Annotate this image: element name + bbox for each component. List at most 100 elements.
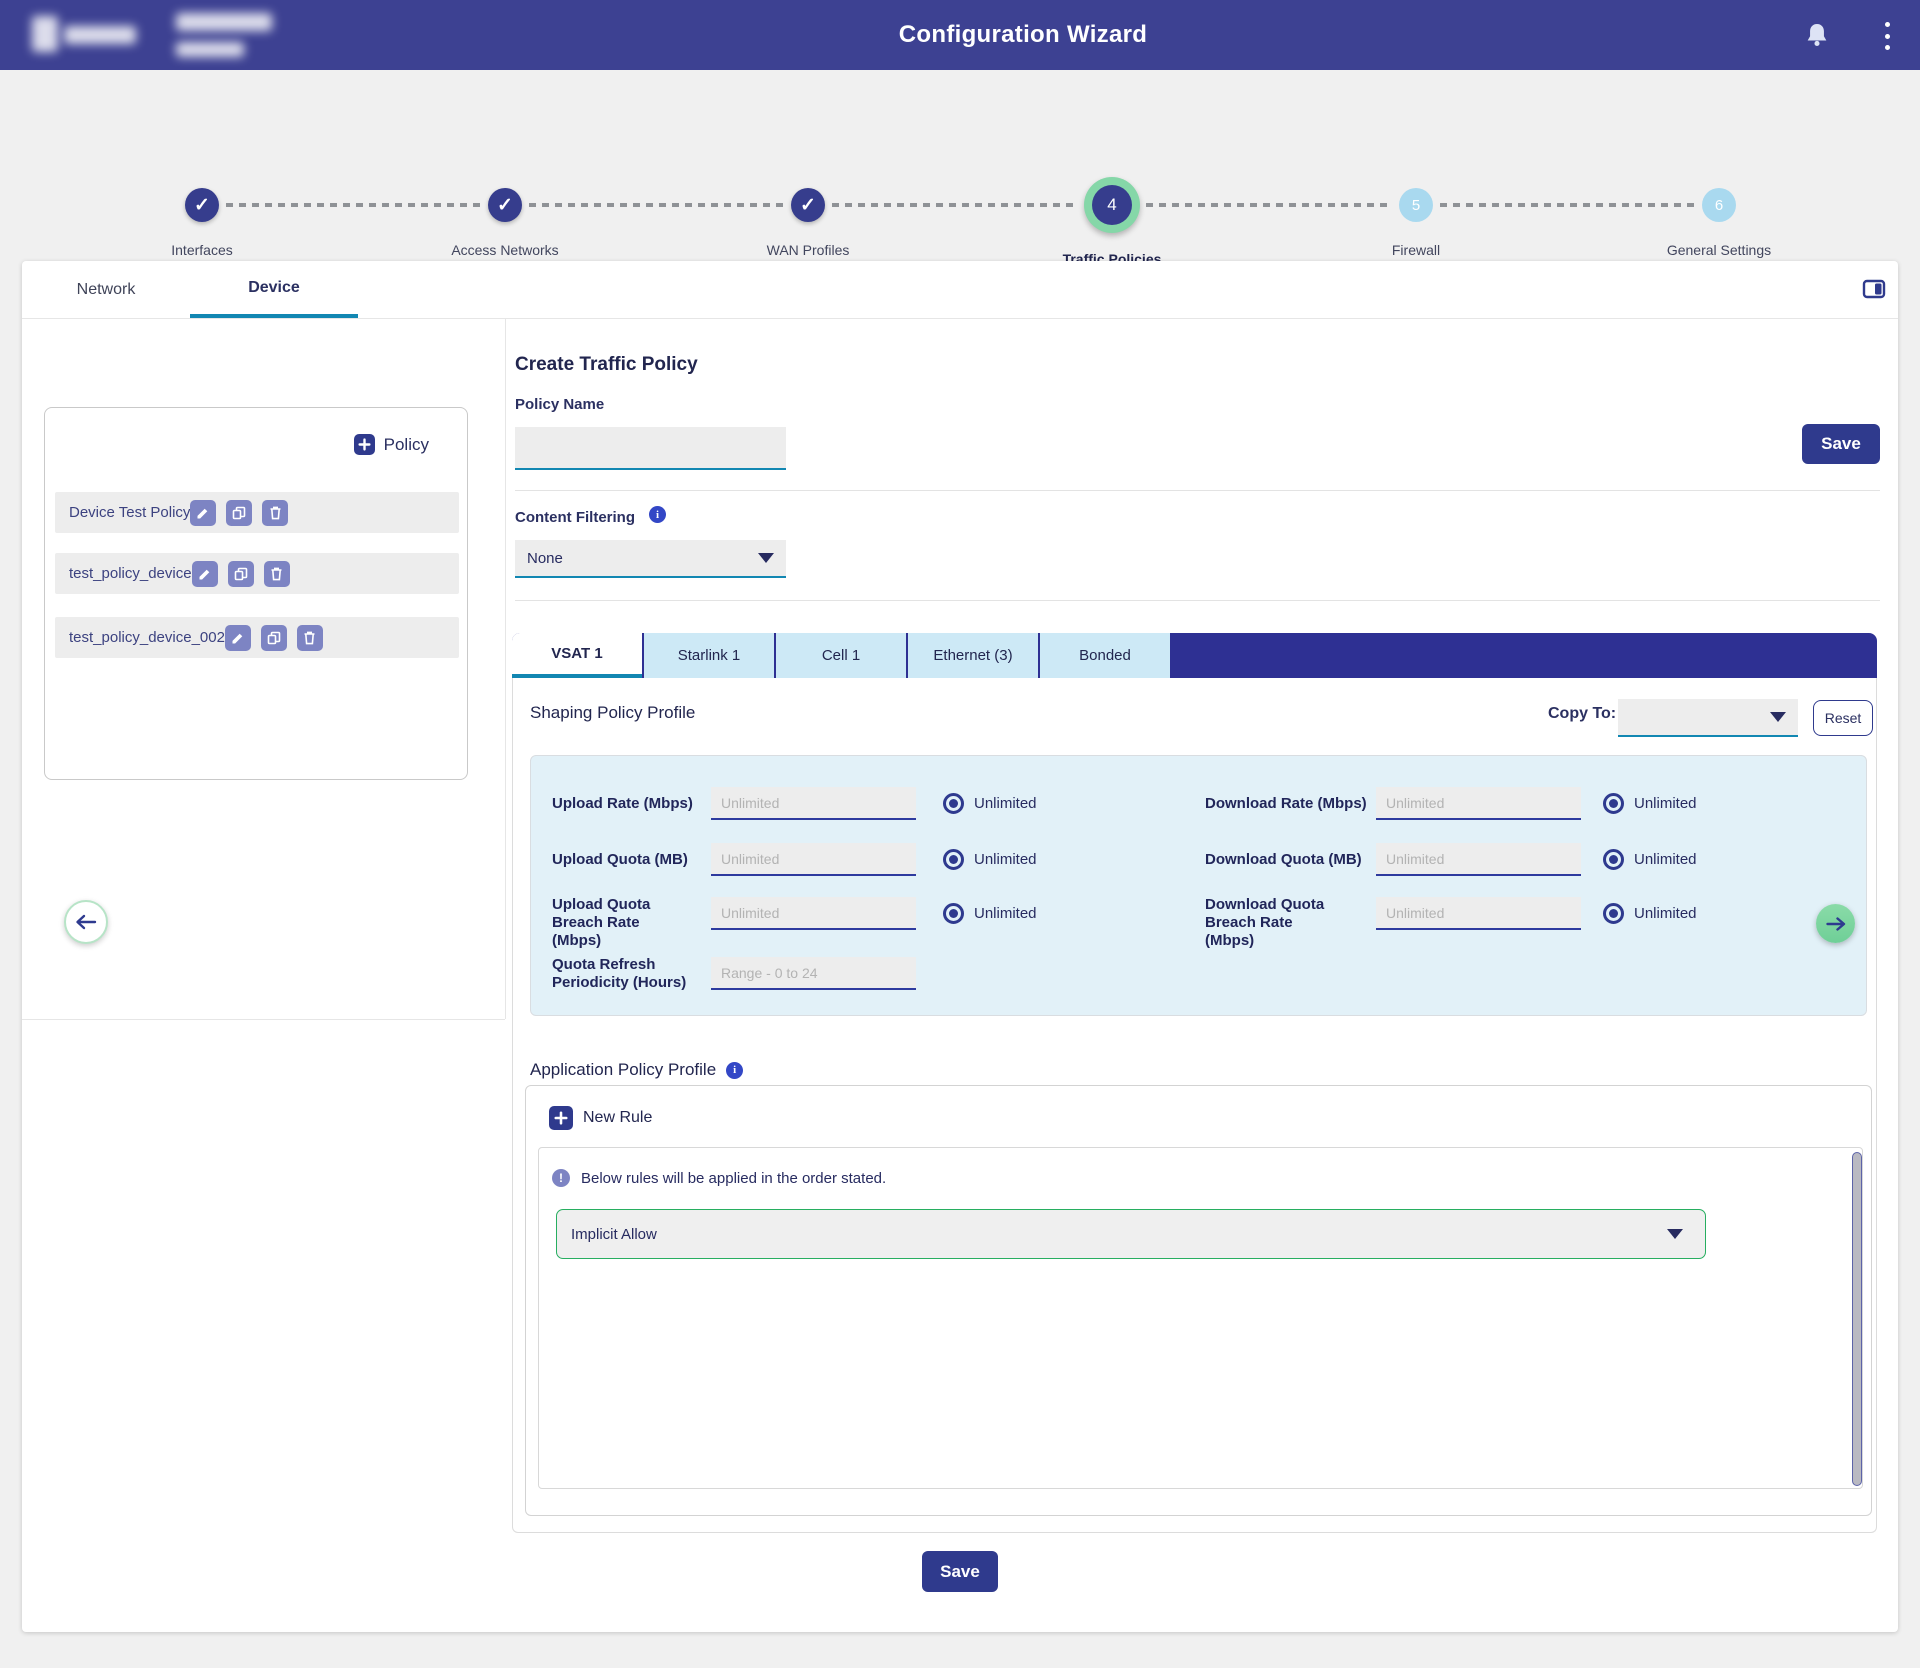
divider xyxy=(505,319,506,1019)
step-wan-profiles-circle[interactable] xyxy=(791,188,825,222)
main-card: Network Device Policy Device Test Policy… xyxy=(22,261,1898,1632)
new-rule-label: New Rule xyxy=(583,1109,652,1127)
radio-label: Unlimited xyxy=(1634,795,1697,812)
upload-rate-unlimited-radio[interactable] xyxy=(943,793,964,814)
step-number: 4 xyxy=(1092,185,1132,225)
step-number: 5 xyxy=(1412,197,1420,214)
policy-name: test_policy_device_002 xyxy=(69,629,225,646)
chevron-down-icon xyxy=(1667,1229,1683,1239)
tab-cell-1[interactable]: Cell 1 xyxy=(776,633,906,678)
upload-rate-input[interactable] xyxy=(711,787,916,820)
app-header: Configuration Wizard xyxy=(0,0,1920,70)
device-policy-list-panel: Policy Device Test Policy test_policy_de… xyxy=(44,407,468,780)
upload-quota-input[interactable] xyxy=(711,843,916,876)
reset-button[interactable]: Reset xyxy=(1813,700,1873,736)
shaping-policy-panel: Upload Rate (Mbps) Unlimited Download Ra… xyxy=(530,755,1867,1016)
page-title: Configuration Wizard xyxy=(899,21,1147,49)
plus-icon xyxy=(354,434,375,455)
stepper-connector xyxy=(226,203,481,207)
application-rules-box: New Rule Below rules will be applied in … xyxy=(525,1085,1872,1516)
new-rule-button[interactable]: New Rule xyxy=(549,1106,652,1130)
edit-policy-button[interactable] xyxy=(190,500,216,526)
shaping-policy-title: Shaping Policy Profile xyxy=(530,703,695,723)
notifications-bell-icon[interactable] xyxy=(1801,20,1833,52)
step-label-firewall: Firewall xyxy=(1306,242,1526,258)
rules-list-panel: Below rules will be applied in the order… xyxy=(538,1147,1863,1489)
delete-policy-button[interactable] xyxy=(262,500,288,526)
download-rate-unlimited-radio[interactable] xyxy=(1603,793,1624,814)
chevron-down-icon xyxy=(758,553,774,563)
overflow-menu-icon[interactable] xyxy=(1878,22,1896,50)
copy-policy-button[interactable] xyxy=(228,561,254,587)
org-name-redacted xyxy=(176,13,272,31)
edit-policy-button[interactable] xyxy=(192,561,218,587)
upload-quota-breach-label: Upload Quota Breach Rate (Mbps) xyxy=(552,896,682,950)
stepper-connector xyxy=(832,203,1078,207)
tab-starlink-1[interactable]: Starlink 1 xyxy=(644,633,774,678)
step-access-networks-circle[interactable] xyxy=(488,188,522,222)
upload-quota-unlimited-radio[interactable] xyxy=(943,849,964,870)
application-policy-info-icon[interactable] xyxy=(726,1062,743,1079)
tab-vsat-1[interactable]: VSAT 1 xyxy=(512,633,642,678)
content-filtering-select[interactable]: None xyxy=(515,540,786,578)
step-label-access-networks: Access Networks xyxy=(395,242,615,258)
upload-quota-breach-input[interactable] xyxy=(711,897,916,930)
divider xyxy=(515,490,1880,491)
copy-policy-button[interactable] xyxy=(226,500,252,526)
next-interface-button[interactable] xyxy=(1816,904,1855,943)
copy-to-label: Copy To: xyxy=(1548,705,1616,723)
rule-implicit-allow-select[interactable]: Implicit Allow xyxy=(556,1209,1706,1259)
add-policy-label: Policy xyxy=(384,435,429,455)
divider xyxy=(22,1019,505,1020)
application-policy-title-text: Application Policy Profile xyxy=(530,1060,716,1080)
radio-label: Unlimited xyxy=(974,905,1037,922)
save-traffic-policy-button[interactable]: Save xyxy=(922,1551,998,1592)
copy-policy-button[interactable] xyxy=(261,625,287,651)
step-label-wan-profiles: WAN Profiles xyxy=(698,242,918,258)
interface-policy-section: Shaping Policy Profile Copy To: Reset Up… xyxy=(512,678,1877,1533)
tab-device[interactable]: Device xyxy=(190,261,358,318)
tab-network[interactable]: Network xyxy=(22,261,190,318)
rule-value: Implicit Allow xyxy=(571,1226,657,1243)
download-rate-input[interactable] xyxy=(1376,787,1581,820)
policy-list-item[interactable]: test_policy_device_002 xyxy=(55,617,459,658)
radio-label: Unlimited xyxy=(974,795,1037,812)
step-interfaces-circle[interactable] xyxy=(185,188,219,222)
delete-policy-button[interactable] xyxy=(264,561,290,587)
step-label-interfaces: Interfaces xyxy=(92,242,312,258)
tab-bonded[interactable]: Bonded xyxy=(1040,633,1170,678)
layout-panel-icon[interactable] xyxy=(1862,277,1886,301)
rules-info-text: Below rules will be applied in the order… xyxy=(581,1170,886,1187)
quota-refresh-input[interactable] xyxy=(711,957,916,990)
step-traffic-policies-circle[interactable]: 4 xyxy=(1084,177,1140,233)
back-button[interactable] xyxy=(64,900,108,944)
plus-icon xyxy=(549,1106,573,1130)
delete-policy-button[interactable] xyxy=(297,625,323,651)
upload-quota-breach-unlimited-radio[interactable] xyxy=(943,903,964,924)
policy-name: Device Test Policy xyxy=(69,504,190,521)
edit-policy-button[interactable] xyxy=(225,625,251,651)
policy-list-item[interactable]: test_policy_device xyxy=(55,553,459,594)
step-label-general-settings: General Settings xyxy=(1609,242,1829,258)
download-quota-breach-unlimited-radio[interactable] xyxy=(1603,903,1624,924)
save-policy-button[interactable]: Save xyxy=(1802,424,1880,464)
radio-label: Unlimited xyxy=(974,851,1037,868)
content-filtering-info-icon[interactable] xyxy=(649,506,666,523)
policy-name-input[interactable] xyxy=(515,427,786,470)
stepper-connector xyxy=(1440,203,1695,207)
download-quota-unlimited-radio[interactable] xyxy=(1603,849,1624,870)
chevron-down-icon xyxy=(1770,712,1786,722)
download-quota-breach-label: Download Quota Breach Rate (Mbps) xyxy=(1205,896,1345,950)
policy-list-item[interactable]: Device Test Policy xyxy=(55,492,459,533)
step-firewall-circle[interactable]: 5 xyxy=(1399,188,1433,222)
tab-ethernet-3[interactable]: Ethernet (3) xyxy=(908,633,1038,678)
download-quota-breach-input[interactable] xyxy=(1376,897,1581,930)
step-general-settings-circle[interactable]: 6 xyxy=(1702,188,1736,222)
rules-scrollbar[interactable] xyxy=(1852,1152,1862,1486)
application-policy-title: Application Policy Profile xyxy=(530,1060,743,1080)
download-quota-input[interactable] xyxy=(1376,843,1581,876)
interface-tabbar: VSAT 1 Starlink 1 Cell 1 Ethernet (3) Bo… xyxy=(512,633,1877,678)
radio-label: Unlimited xyxy=(1634,905,1697,922)
copy-to-select[interactable] xyxy=(1618,699,1798,737)
add-policy-button[interactable]: Policy xyxy=(45,408,467,469)
